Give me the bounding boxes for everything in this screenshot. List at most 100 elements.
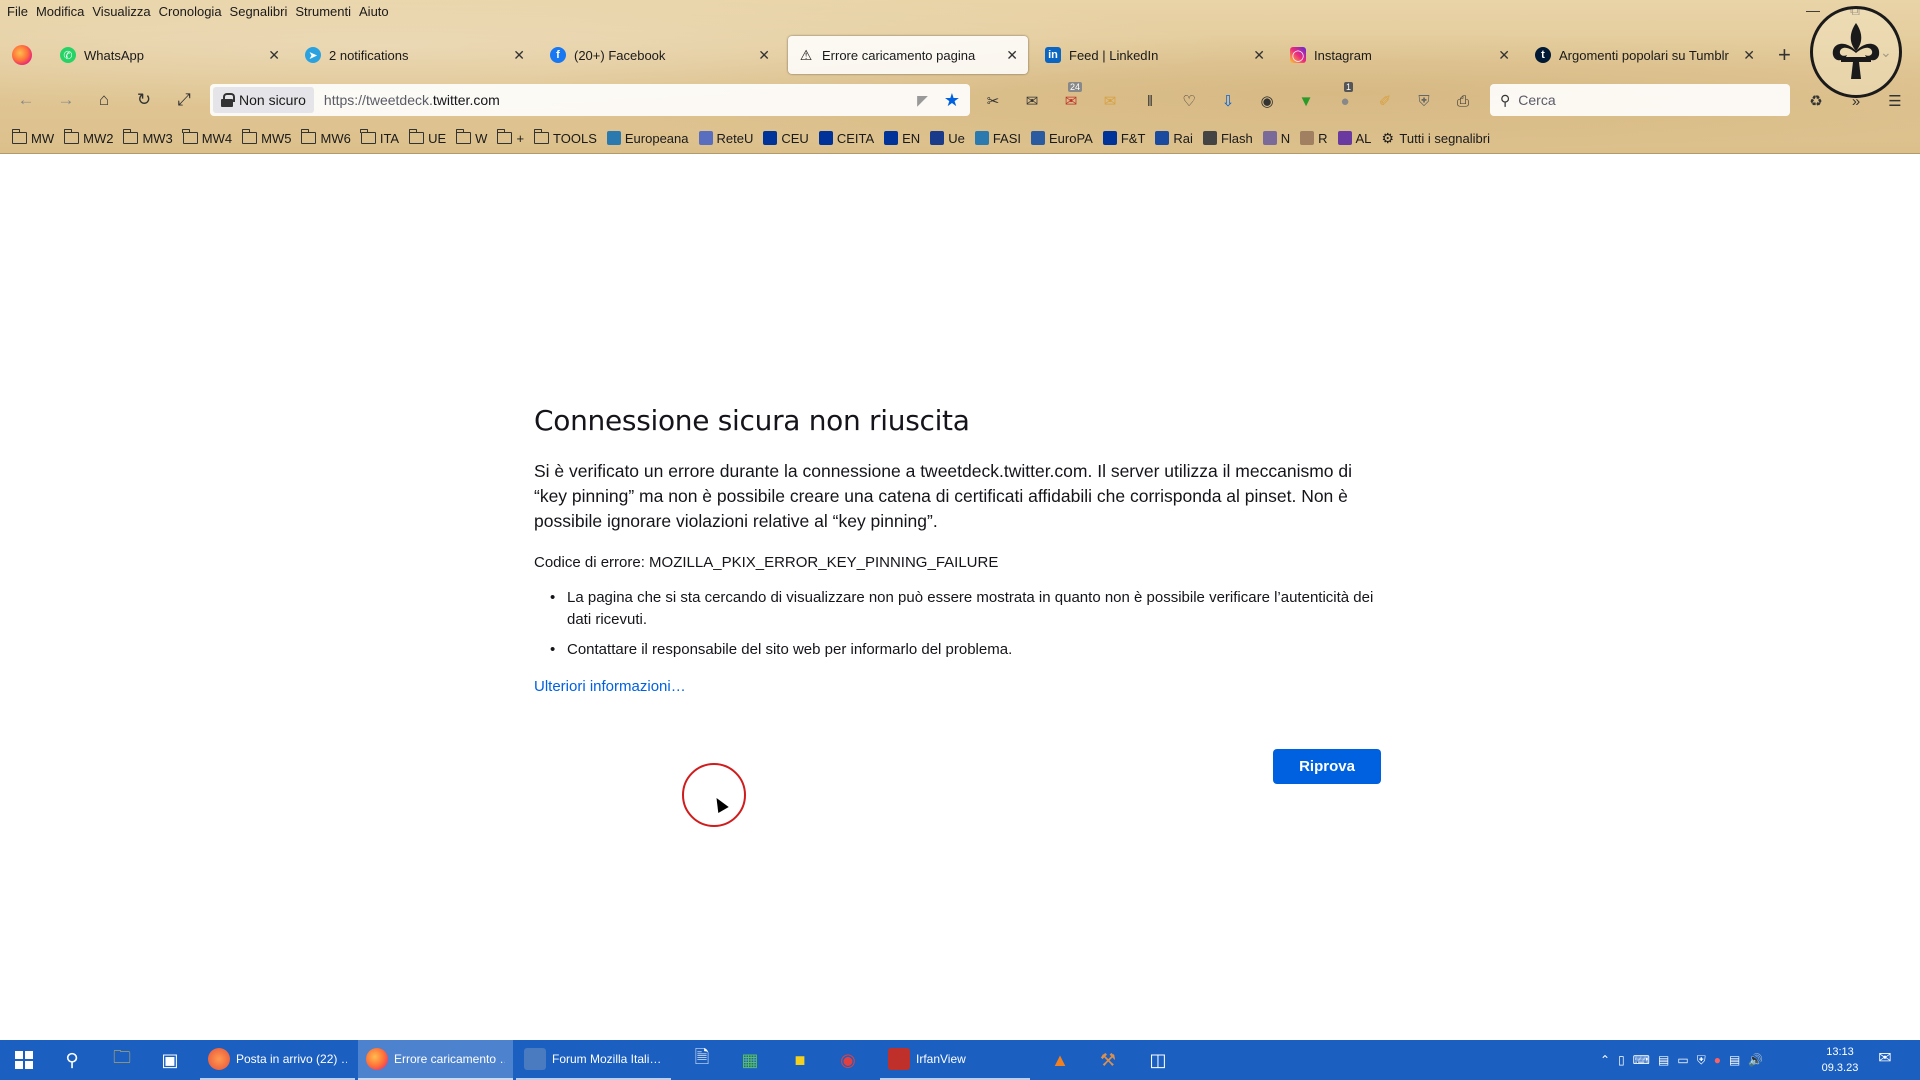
taskbar-search-icon[interactable]: ⚲	[48, 1040, 96, 1080]
print-icon[interactable]: ⎙	[1452, 90, 1474, 112]
menu-aiuto[interactable]: Aiuto	[358, 4, 396, 19]
bookmark-item[interactable]: W	[452, 129, 491, 146]
brush-icon[interactable]: ✐	[1374, 90, 1396, 112]
menu-cronologia[interactable]: Cronologia	[158, 4, 229, 19]
addon-icon[interactable]: ● 1	[1334, 82, 1356, 112]
keyboard-icon[interactable]: ⌨	[1633, 1053, 1650, 1067]
file-explorer-icon[interactable]: 🗀	[98, 1040, 146, 1080]
menu-visualizza[interactable]: Visualizza	[91, 4, 157, 19]
learn-more-link[interactable]: Ulteriori informazioni…	[534, 678, 686, 695]
close-tab-icon[interactable]: ✕	[1006, 47, 1018, 64]
extension-icon[interactable]: ◉	[1256, 90, 1278, 112]
spreadsheet-icon[interactable]: ▦	[726, 1040, 774, 1080]
gmail-notifier-icon[interactable]: ✉ 24	[1060, 82, 1083, 112]
show-hidden-icons-icon[interactable]: ⌃	[1600, 1053, 1610, 1067]
url-text[interactable]: https://tweetdeck.twitter.com	[324, 92, 917, 108]
usb-icon[interactable]: ▯	[1618, 1053, 1625, 1067]
bookmark-item[interactable]: +	[493, 129, 528, 146]
tracking-protection-icon[interactable]: ◤	[917, 92, 928, 109]
bookmark-item[interactable]: AL	[1334, 131, 1376, 146]
windows-start-icon[interactable]	[0, 1040, 48, 1080]
reload-button[interactable]: ↻	[130, 86, 158, 114]
tray-app-icon[interactable]: ●	[1714, 1053, 1721, 1067]
search-bar[interactable]: ⚲ Cerca	[1490, 84, 1790, 116]
close-tab-icon[interactable]: ✕	[268, 47, 280, 64]
action-center-icon[interactable]: ✉	[1870, 1048, 1900, 1072]
menu-file[interactable]: File	[6, 4, 35, 19]
document-tray-icon[interactable]: ▤	[1658, 1053, 1669, 1067]
minimize-icon[interactable]: —	[1806, 2, 1820, 19]
bookmark-item[interactable]: F&T	[1099, 131, 1150, 146]
close-tab-icon[interactable]: ✕	[1498, 47, 1510, 64]
bookmark-item[interactable]: MW5	[238, 129, 295, 146]
display-icon[interactable]: ▭	[1677, 1053, 1688, 1067]
hamburger-menu-icon[interactable]: ☰	[1884, 90, 1906, 112]
close-tab-icon[interactable]: ✕	[1743, 47, 1755, 64]
bookmark-item[interactable]: UE	[405, 129, 450, 146]
document-icon[interactable]: 🗎	[678, 1040, 726, 1080]
close-tab-icon[interactable]: ✕	[513, 47, 525, 64]
system-clock[interactable]: 13:13 09.3.23	[1810, 1044, 1870, 1076]
bookmark-item[interactable]: Flash	[1199, 131, 1257, 146]
bookmark-item[interactable]: MW6	[297, 129, 354, 146]
bookmark-star-icon[interactable]: ★	[944, 90, 960, 111]
taskbar-app-thunderbird[interactable]: Posta in arrivo (22) …	[200, 1040, 355, 1080]
taskbar-app-seamonkey[interactable]: Forum Mozilla Itali…	[516, 1040, 671, 1080]
bookmark-item[interactable]: FASI	[971, 131, 1025, 146]
mail-icon[interactable]: ✉	[1021, 90, 1043, 112]
downloads-icon[interactable]: ⇩	[1217, 90, 1239, 112]
forward-button[interactable]: →	[52, 86, 80, 114]
network-icon[interactable]: ▤	[1729, 1053, 1740, 1067]
taskbar-app-irfanview[interactable]: IrfanView	[880, 1040, 1030, 1080]
security-shield-icon[interactable]: ⛨	[1697, 1053, 1706, 1068]
bookmark-item[interactable]: CEU	[759, 131, 812, 146]
library-icon[interactable]: ‖	[1139, 90, 1161, 112]
bookmark-item[interactable]: ITA	[357, 129, 403, 146]
volume-icon[interactable]: 🔊	[1748, 1053, 1763, 1067]
retry-button[interactable]: Riprova	[1273, 749, 1381, 784]
bookmark-item[interactable]: Europeana	[603, 131, 693, 146]
bookmark-item[interactable]: N	[1259, 131, 1294, 146]
bookmark-item[interactable]: CEITA	[815, 131, 878, 146]
menu-segnalibri[interactable]: Segnalibri	[229, 4, 295, 19]
media-player-icon[interactable]: ◉	[824, 1040, 872, 1080]
tab-whatsapp[interactable]: ✆ WhatsApp ✕	[50, 36, 290, 74]
screenshot-icon[interactable]: ✂	[982, 90, 1004, 112]
home-button[interactable]: ⌂	[90, 86, 118, 114]
menu-strumenti[interactable]: Strumenti	[294, 4, 358, 19]
bookmark-item[interactable]: MW	[8, 129, 58, 146]
new-tab-button[interactable]: +	[1778, 42, 1791, 68]
store-icon[interactable]: ▣	[146, 1040, 194, 1080]
green-download-icon[interactable]: ▼	[1295, 90, 1317, 112]
extensions-puzzle-icon[interactable]: ♻	[1805, 90, 1827, 112]
pocket-icon[interactable]: ♡	[1178, 90, 1200, 112]
tab-linkedin[interactable]: in Feed | LinkedIn ✕	[1035, 36, 1275, 74]
firefox-logo-icon[interactable]	[12, 45, 32, 65]
close-tab-icon[interactable]: ✕	[1253, 47, 1265, 64]
vlc-icon[interactable]: ▲	[1036, 1040, 1084, 1080]
bookmark-item[interactable]: ReteU	[695, 131, 758, 146]
close-tab-icon[interactable]: ✕	[758, 47, 770, 64]
bookmark-item[interactable]: ⚙ Tutti i segnalibri	[1377, 131, 1494, 146]
fullscreen-icon[interactable]: ⤢	[170, 86, 198, 114]
tab-instagram[interactable]: ◯ Instagram ✕	[1280, 36, 1520, 74]
back-button[interactable]: ←	[12, 86, 40, 114]
bookmark-item[interactable]: EuroPA	[1027, 131, 1097, 146]
bookmark-item[interactable]: R	[1296, 131, 1331, 146]
ublock-icon[interactable]: ⛨	[1413, 90, 1435, 112]
tab-telegram[interactable]: ➤ 2 notifications ✕	[295, 36, 535, 74]
bookmark-item[interactable]: MW4	[179, 129, 236, 146]
window-app-icon[interactable]: ◫	[1134, 1040, 1182, 1080]
tab-error-active[interactable]: ⚠ Errore caricamento pagina ✕	[788, 36, 1028, 74]
filezilla-icon[interactable]: ■	[776, 1040, 824, 1080]
bookmark-item[interactable]: MW3	[119, 129, 176, 146]
tab-tumblr[interactable]: t Argomenti popolari su Tumblr ✕	[1525, 36, 1765, 74]
bookmark-item[interactable]: TOOLS	[530, 129, 601, 146]
bookmark-item[interactable]: Ue	[926, 131, 969, 146]
bookmark-item[interactable]: Rai	[1151, 131, 1197, 146]
bookmark-item[interactable]: EN	[880, 131, 924, 146]
url-bar[interactable]: Non sicuro https://tweetdeck.twitter.com…	[210, 84, 970, 116]
tools-icon[interactable]: ⚒	[1084, 1040, 1132, 1080]
tab-facebook[interactable]: f (20+) Facebook ✕	[540, 36, 780, 74]
bookmark-item[interactable]: MW2	[60, 129, 117, 146]
